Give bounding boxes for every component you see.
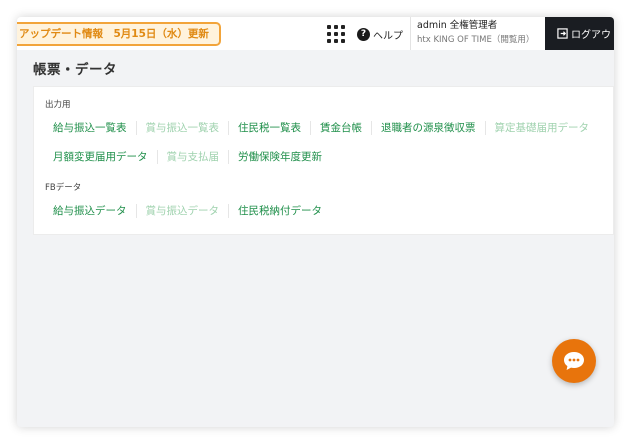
section-label-fb: FBデータ (45, 183, 82, 193)
output-links-row-2: 月額変更届用データ 賞与支払届 労働保険年度更新 (44, 150, 331, 164)
reports-card: 出力用 給与振込一覧表 賞与振込一覧表 住民税一覧表 賃金台帳 退職者の源泉徴収… (33, 86, 614, 235)
update-banner[interactable]: アップデート情報 5月15日（水）更新 (17, 22, 221, 46)
link-salary-transfer-list[interactable]: 給与振込一覧表 (44, 121, 137, 135)
logout-label: ログアウ (571, 30, 611, 41)
logout-icon (557, 28, 568, 39)
link-salary-transfer-data[interactable]: 給与振込データ (44, 204, 137, 218)
app-window: アップデート情報 5月15日（水）更新 ? ヘルプ admin 全権管理者 ht… (17, 17, 614, 427)
top-bar: アップデート情報 5月15日（水）更新 ? ヘルプ admin 全権管理者 ht… (17, 17, 614, 50)
chat-bubble-icon (564, 352, 584, 370)
link-calculation-basis-data[interactable]: 算定基礎届用データ (486, 121, 599, 135)
page-title: 帳票・データ (33, 62, 117, 78)
link-resident-tax-payment-data[interactable]: 住民税納付データ (229, 204, 331, 218)
link-monthly-change-data[interactable]: 月額変更届用データ (44, 150, 158, 164)
user-name: admin 全権管理者 (417, 20, 498, 31)
chat-button[interactable] (552, 339, 596, 383)
link-wage-ledger[interactable]: 賃金台帳 (311, 121, 372, 135)
user-info: admin 全権管理者 htx KING OF TIME（閲覧用） (417, 19, 545, 47)
link-retiree-withholding-slip[interactable]: 退職者の源泉徴収票 (372, 121, 486, 135)
logout-button[interactable]: ログアウ (545, 17, 614, 50)
link-bonus-transfer-data[interactable]: 賞与振込データ (137, 204, 229, 218)
question-icon: ? (357, 27, 370, 41)
link-bonus-payment-report[interactable]: 賞与支払届 (158, 150, 229, 164)
section-label-output: 出力用 (45, 100, 71, 110)
output-links-row-1: 給与振込一覧表 賞与振込一覧表 住民税一覧表 賃金台帳 退職者の源泉徴収票 算定… (44, 121, 598, 135)
user-company: htx KING OF TIME（閲覧用） (417, 35, 535, 45)
link-bonus-transfer-list[interactable]: 賞与振込一覧表 (137, 121, 229, 135)
apps-grid-icon[interactable] (327, 25, 345, 43)
header-divider (410, 17, 411, 50)
help-button[interactable]: ? ヘルプ (357, 25, 403, 43)
fb-links-row: 給与振込データ 賞与振込データ 住民税納付データ (44, 204, 331, 218)
link-resident-tax-list[interactable]: 住民税一覧表 (229, 121, 311, 135)
link-labor-insurance-renewal[interactable]: 労働保険年度更新 (229, 150, 331, 164)
help-label: ヘルプ (373, 30, 403, 42)
